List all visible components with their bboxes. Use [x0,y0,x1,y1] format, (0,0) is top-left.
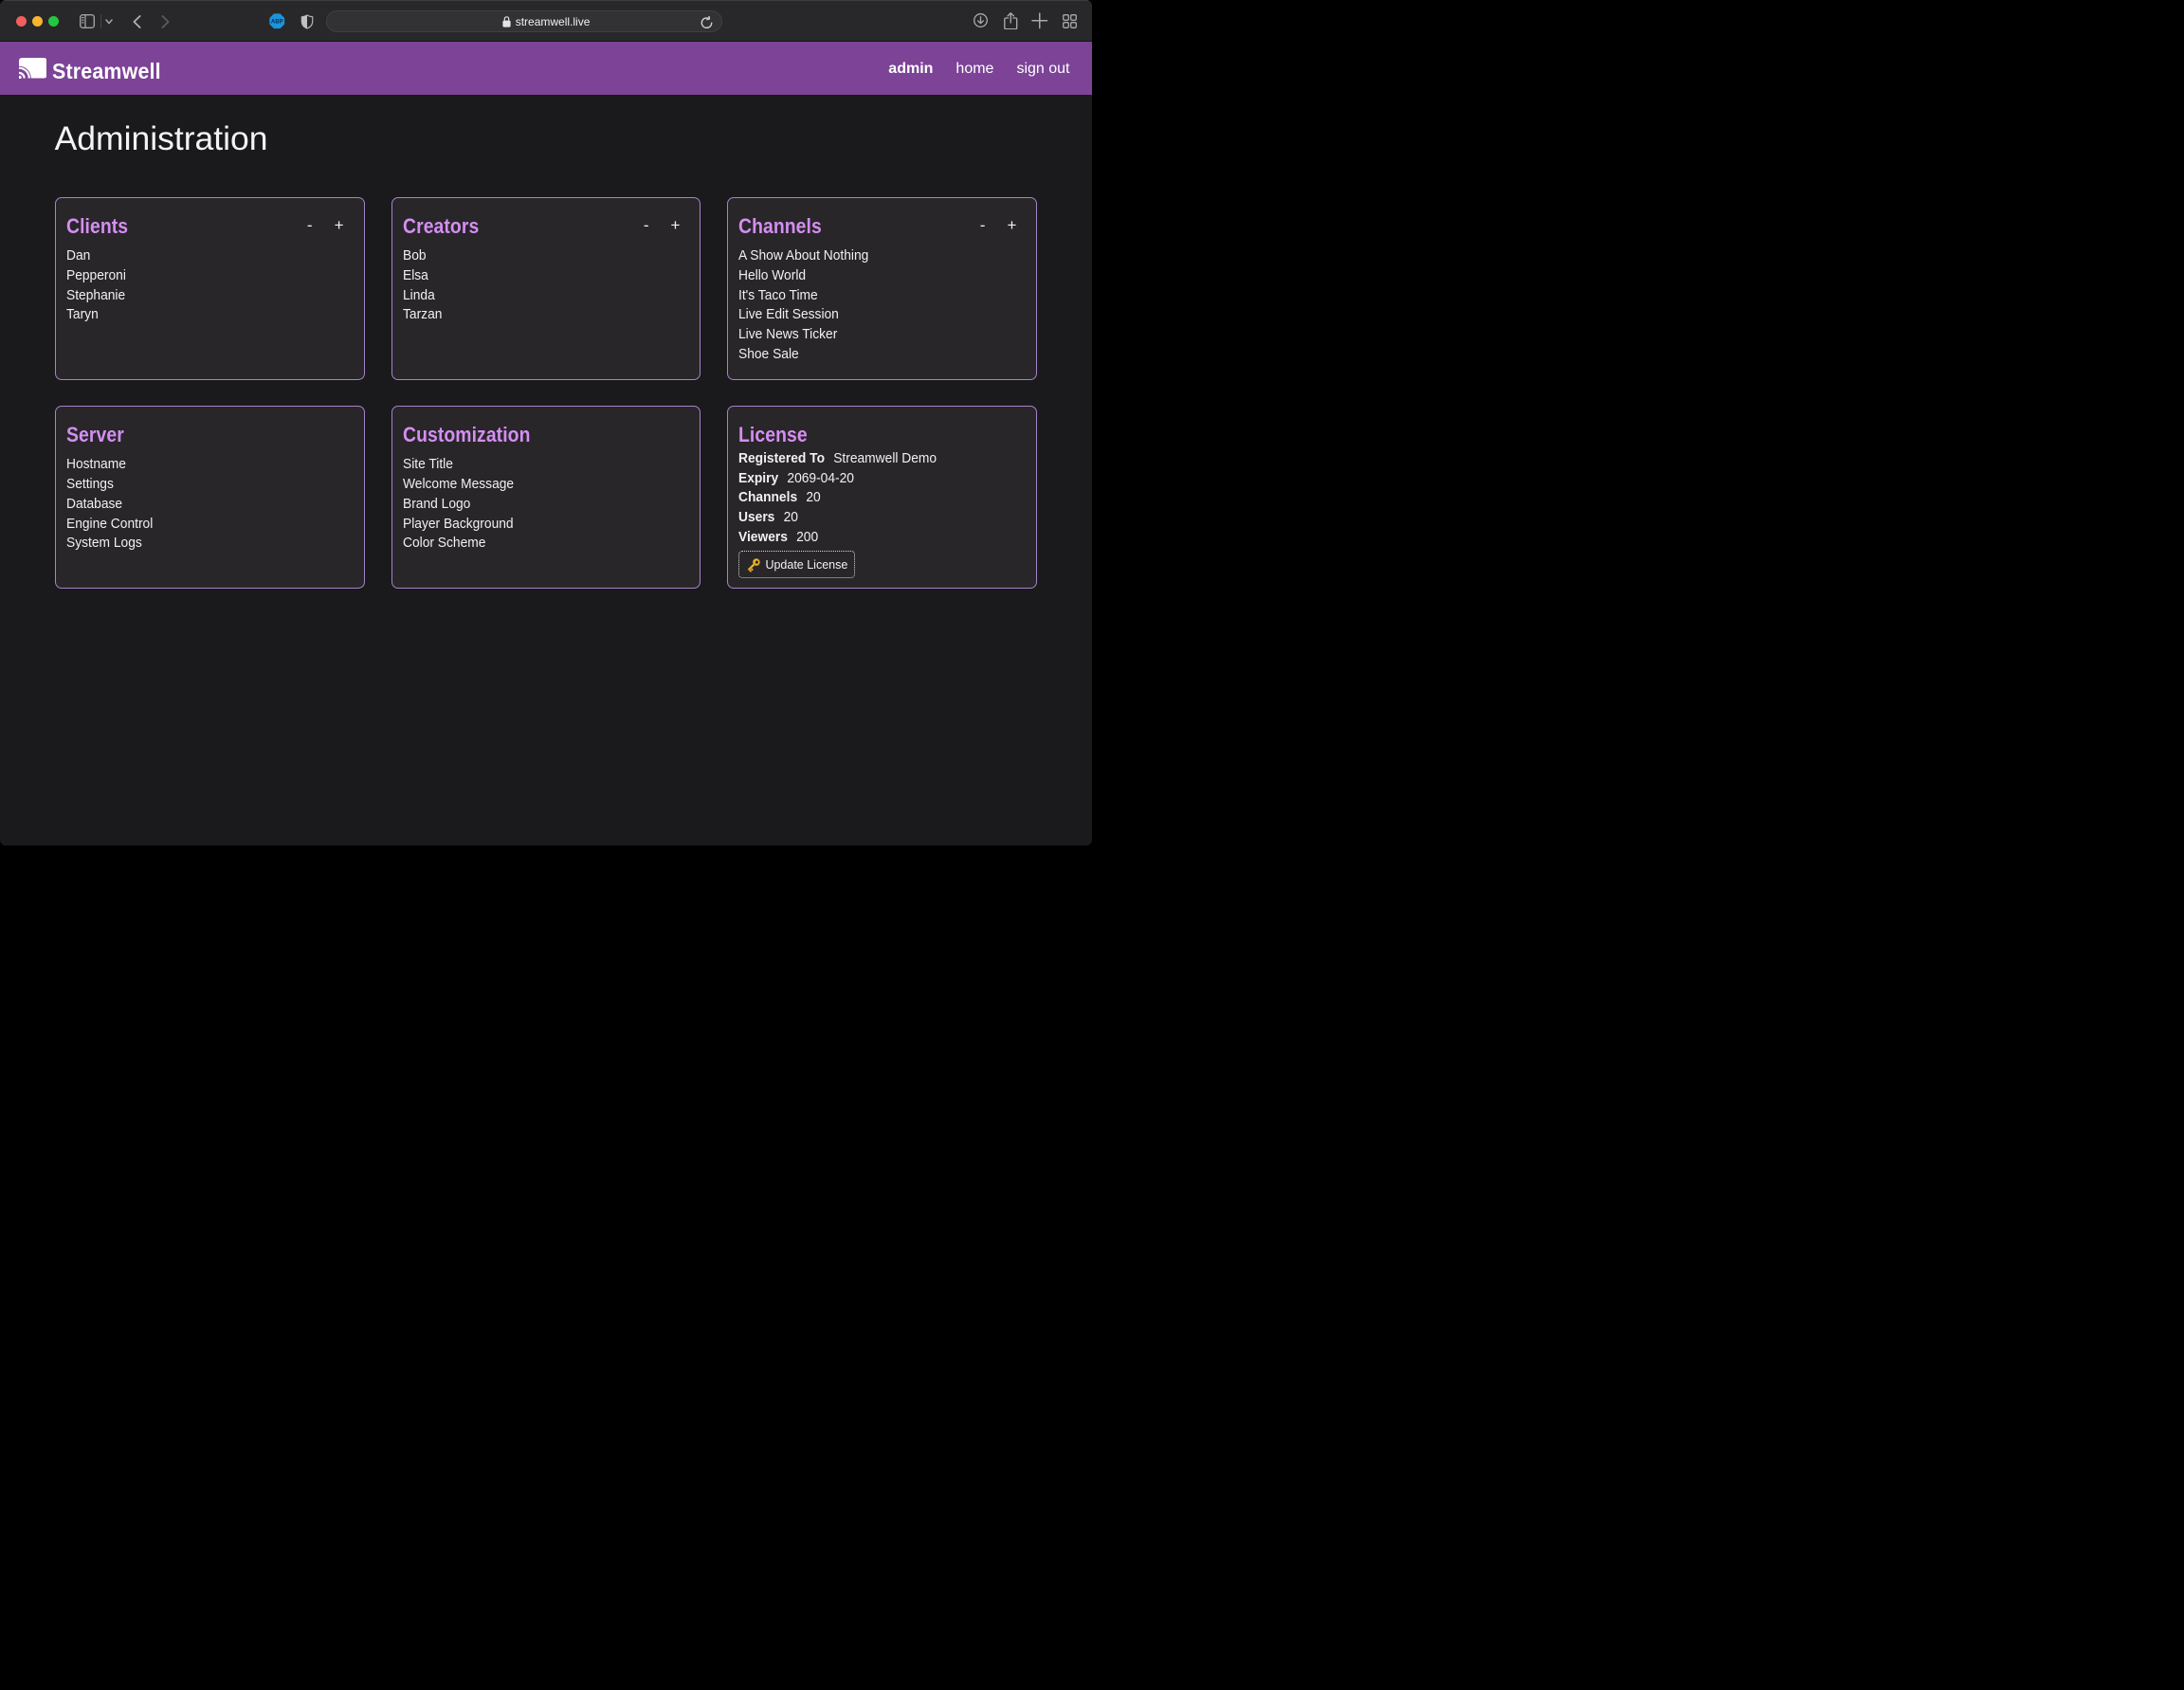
svg-text:ABP: ABP [271,20,283,26]
